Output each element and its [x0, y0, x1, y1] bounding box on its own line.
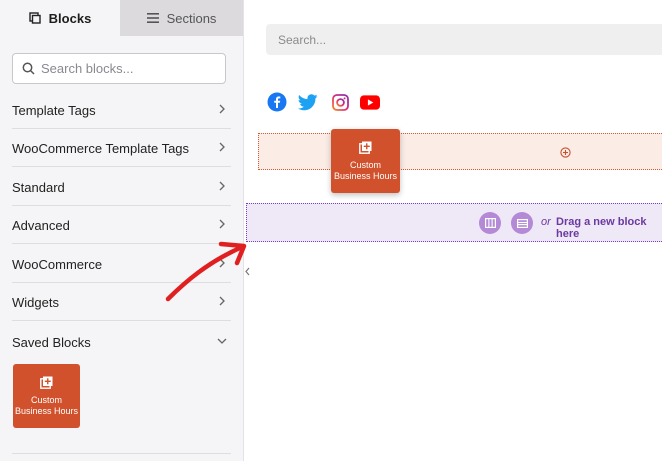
tile-label-line2: Business Hours: [14, 405, 79, 416]
tile-label: Custom Business Hours: [15, 395, 78, 417]
blocks-icon: [28, 12, 41, 24]
tab-blocks[interactable]: Blocks: [0, 0, 120, 36]
tab-blocks-label: Blocks: [48, 10, 92, 26]
category-label: Standard: [12, 179, 65, 195]
annotation-arrow-icon: [165, 241, 247, 302]
section-icon: [516, 218, 528, 228]
instagram-icon[interactable]: [330, 92, 350, 112]
divider: [12, 320, 231, 321]
tile-label-line1: Custom: [30, 394, 62, 405]
columns-icon: [484, 218, 496, 228]
sidebar-tabs: Blocks Sections: [0, 0, 243, 36]
category-label: Widgets: [12, 294, 59, 310]
tile-label: Custom Business Hours: [334, 160, 397, 182]
divider: [12, 453, 231, 454]
block-search-field[interactable]: [12, 53, 226, 84]
category-label: Advanced: [12, 217, 70, 233]
block-search-input[interactable]: [41, 61, 211, 76]
add-saved-section-button[interactable]: [511, 212, 533, 234]
add-columns-button[interactable]: [479, 212, 501, 234]
chevron-right-icon: [219, 142, 225, 152]
sections-icon: [146, 13, 159, 23]
category-standard[interactable]: Standard: [0, 168, 243, 206]
add-block-circle-icon[interactable]: [560, 147, 571, 158]
canvas-search-bar[interactable]: Search...: [266, 24, 662, 55]
drop-zone-or-text: or: [541, 216, 551, 228]
category-label: Template Tags: [12, 102, 96, 118]
chevron-down-icon: [217, 338, 227, 344]
section-row-drop-target[interactable]: [258, 133, 662, 170]
category-saved-blocks[interactable]: Saved Blocks: [0, 323, 243, 361]
category-label: WooCommerce Template Tags: [12, 140, 190, 156]
divider: [12, 166, 231, 167]
dragging-block-custom-business-hours[interactable]: Custom Business Hours: [331, 129, 400, 193]
category-label: Saved Blocks: [12, 334, 91, 350]
saved-block-custom-business-hours[interactable]: Custom Business Hours: [13, 364, 80, 428]
facebook-icon[interactable]: [267, 92, 287, 112]
category-label: WooCommerce: [12, 256, 103, 272]
drag-new-block-hint: Drag a new block here: [556, 216, 647, 240]
canvas-search-placeholder: Search...: [278, 32, 327, 47]
chevron-right-icon: [219, 181, 225, 191]
category-woocommerce-template-tags[interactable]: WooCommerce Template Tags: [0, 129, 243, 167]
add-block-icon: [359, 141, 372, 154]
tab-sections-label: Sections: [166, 10, 217, 26]
add-block-icon: [40, 376, 53, 389]
youtube-icon[interactable]: [360, 92, 380, 112]
tile-label-line2: Business Hours: [333, 170, 398, 181]
chevron-right-icon: [219, 219, 225, 229]
tile-label-line1: Custom: [349, 159, 381, 170]
tab-sections[interactable]: Sections: [120, 0, 243, 36]
chevron-right-icon: [219, 104, 225, 114]
category-template-tags[interactable]: Template Tags: [0, 91, 243, 129]
twitter-icon[interactable]: [298, 92, 318, 112]
search-icon: [22, 62, 35, 75]
